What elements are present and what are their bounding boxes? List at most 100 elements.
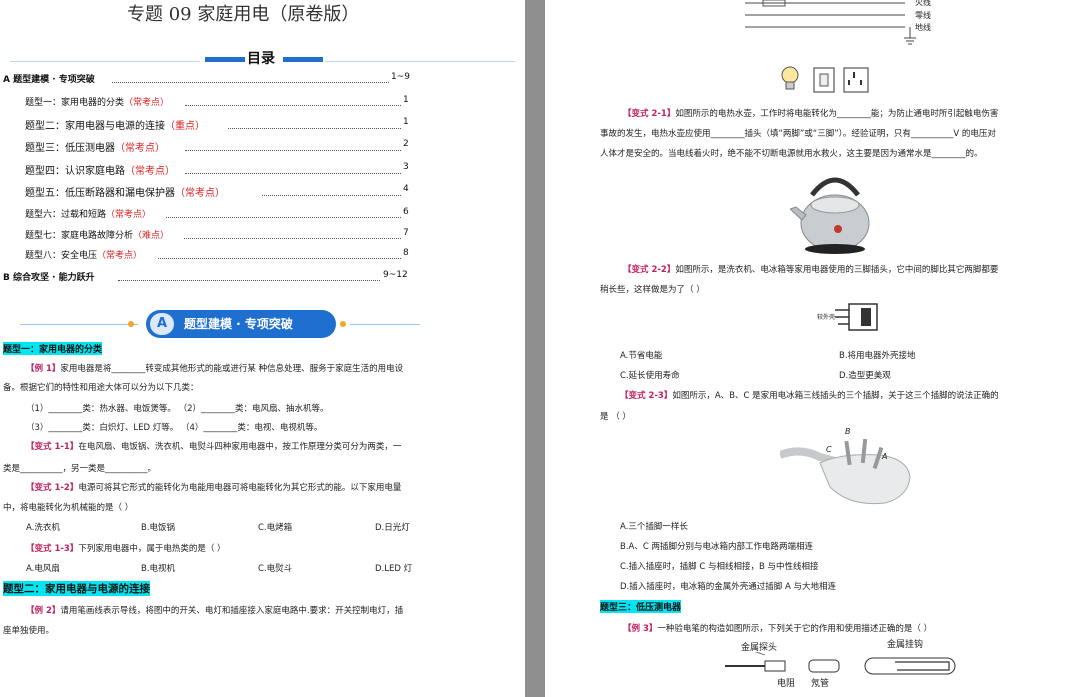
example-1-line: 【例 1】家用电器是将________转变成其他形式的能或进行某 种信息处理、服…: [26, 362, 403, 374]
toc-entry-label: A 题型建模 · 专项突破: [3, 75, 95, 85]
variant-tag: 【变式 2-1】: [623, 109, 676, 119]
bulb-icon: [781, 66, 799, 90]
variant-tag: 【变式 1-1】: [26, 442, 79, 452]
option-a: A.节省电能: [620, 351, 663, 361]
document-title: 专题 09 家庭用电（原卷版）: [127, 4, 360, 25]
toc-entry-label: 题型七：家庭电路故障分析: [25, 231, 134, 241]
variant-text: 如图所示的电热水壶，工作时将电能转化为________能；为防止通电时所引起触电…: [675, 109, 999, 119]
toc-entry-b[interactable]: B 综合攻坚 · 能力跃升: [3, 270, 95, 283]
toc-bar-right: [283, 57, 323, 62]
pin-label-a: A: [882, 452, 888, 461]
toc-leader: [112, 82, 389, 83]
right-page: 火线 零线 地线 【变式 2-1】如图所示的电热水壶，工作时将电能转化为____…: [545, 0, 1080, 697]
toc-entry-6[interactable]: 题型六：过载和短路（常考点）: [25, 207, 151, 220]
toc-entry-page: 9~12: [383, 270, 408, 280]
pin-label-c: C: [826, 445, 832, 454]
plug-label: 较外壳: [817, 314, 836, 321]
toc-entry-7[interactable]: 题型七：家庭电路故障分析（难点）: [25, 228, 169, 241]
variant-text: 如图所示，是洗衣机、电冰箱等家用电器使用的三脚插头，它中间的脚比其它两脚都要: [675, 265, 999, 275]
toc-entry-page: 8: [403, 248, 409, 258]
page-gutter: [525, 0, 545, 697]
option-a: A.洗衣机: [26, 523, 60, 533]
variant-2-2-line: 稍长些，这样做是为了（ ）: [600, 285, 705, 295]
banner-rule-left: [20, 324, 138, 325]
option-b: B.电饭锅: [141, 523, 176, 533]
toc-leader: [185, 173, 401, 174]
toc-entry-a[interactable]: A 题型建模 · 专项突破: [3, 72, 95, 85]
toc-leader: [228, 128, 401, 129]
toc-entry-1[interactable]: 题型一：家用电器的分类（常考点）: [25, 95, 169, 108]
toc-entry-page: 1: [403, 95, 409, 105]
option-c: C.电熨斗: [258, 564, 293, 574]
variant-tag: 【变式 1-2】: [26, 483, 79, 493]
variant-2-1-line: 事故的发生，电热水壶应使用________插头（填“两脚”或“三脚”）。经验证明…: [600, 129, 996, 139]
refrigerator-plug-image: [780, 438, 911, 505]
example-1-line: （1）________类：热水器、电饭煲等。 （2）________类：电风扇、…: [26, 404, 329, 414]
variant-1-1-line: 类是__________，另一类是__________。: [3, 464, 157, 474]
toc-entry-label: 题型六：过载和短路: [25, 210, 107, 220]
option-d: D.LED 灯: [375, 564, 413, 574]
variant-tag: 【变式 2-2】: [623, 265, 676, 275]
wire-label-neutral: 零线: [915, 11, 931, 20]
wire-label-earth: 地线: [915, 23, 931, 32]
variant-1-2-line: 中，将电能转化为机械能的是（ ）: [3, 503, 134, 513]
toc-leader: [185, 105, 401, 106]
option-d: D.插入插座时，电冰箱的金属外壳通过插脚 A 与大地相连: [620, 582, 836, 592]
toc-leader: [166, 217, 401, 218]
example-tag: 【例 3】: [623, 624, 658, 634]
toc-entry-8[interactable]: 题型八：安全电压（常考点）: [25, 248, 142, 261]
example-tag: 【例 2】: [26, 606, 61, 616]
toc-entry-page: 7: [403, 228, 409, 238]
variant-tag: 【变式 1-3】: [26, 544, 79, 554]
example-1-line: 备。根据它们的特性和用途大体可以分为以下几类：: [3, 383, 199, 393]
toc-entry-tag: （重点）: [165, 121, 205, 132]
toc-entry-tag: （常考点）: [115, 143, 165, 154]
variant-2-1-line: 【变式 2-1】如图所示的电热水壶，工作时将电能转化为________能；为防止…: [623, 107, 998, 119]
toc-leader: [262, 195, 401, 196]
variant-2-3-line: 【变式 2-3】如图所示，A、B、C 是家用电冰箱三线插头的三个插脚，关于这三个…: [620, 389, 999, 401]
example-tag: 【例 1】: [26, 364, 61, 374]
neon-tube: [808, 659, 840, 673]
three-pin-plug-icon: [835, 303, 878, 331]
variant-text: 电源可将其它形式的能转化为电能用电器可将电能转化为其它形式的能。以下家用电量: [78, 483, 402, 493]
toc-entry-5[interactable]: 题型五：低压断路器和漏电保护器（常考点）: [25, 184, 225, 199]
variant-text: 如图所示，A、B、C 是家用电冰箱三线插头的三个插脚，关于这三个插脚的说法正确的: [672, 391, 999, 401]
banner-letter: A: [150, 313, 174, 335]
toc-entry-label: 题型一：家用电器的分类: [25, 98, 125, 108]
toc-entry-label: 题型三：低压测电器: [25, 143, 115, 154]
pin-label-b: B: [845, 427, 851, 436]
toc-leader: [158, 258, 401, 259]
option-a: A.三个插脚一样长: [620, 522, 688, 532]
test-pen-diagram: [725, 652, 956, 675]
variant-tag: 【变式 2-3】: [620, 391, 673, 401]
toc-entry-2[interactable]: 题型二：家用电器与电源的连接（重点）: [25, 117, 205, 132]
kettle-image: [790, 177, 870, 254]
toc-entry-tag: （常考点）: [124, 98, 170, 108]
example-text: 一种验电笔的构造如图所示，下列关于它的作用和使用描述正确的是（ ）: [657, 624, 933, 634]
example-text: 请用笔画线表示导线，将图中的开关、电灯和插座接入家庭电路中.要求：开关控制电灯，…: [60, 606, 404, 616]
option-c: C.电烤箱: [258, 523, 293, 533]
example-2-line: 座单独使用。: [3, 626, 55, 636]
banner-text: 题型建模 · 专项突破: [184, 317, 293, 331]
toc-entry-page: 1: [403, 117, 409, 127]
toc-entry-tag: （常考点）: [125, 166, 175, 177]
toc-entry-label: 题型五：低压断路器和漏电保护器: [25, 188, 175, 199]
left-page: 专题 09 家庭用电（原卷版） 目录 A 题型建模 · 专项突破 1~9 题型一…: [0, 0, 525, 697]
toc-entry-4[interactable]: 题型四：认识家庭电路（常考点）: [25, 162, 175, 177]
toc-entry-page: 2: [403, 139, 409, 149]
section-title-2: 题型二：家用电器与电源的连接: [3, 581, 150, 596]
toc-leader: [185, 150, 401, 151]
option-b: B.A、C 两插脚分别与电冰箱内部工作电路两端相连: [620, 542, 813, 552]
example-3-line: 【例 3】一种验电笔的构造如图所示，下列关于它的作用和使用描述正确的是（ ）: [623, 622, 932, 634]
pen-label-neon: 氖管: [811, 679, 830, 689]
toc-entry-label: B 综合攻坚 · 能力跃升: [3, 273, 95, 283]
option-b: B.将用电器外壳接地: [839, 351, 916, 361]
toc-entry-tag: （常考点）: [175, 188, 225, 199]
banner-rule-right: [350, 324, 420, 325]
wire-label-live: 火线: [915, 0, 931, 7]
toc-entry-3[interactable]: 题型三：低压测电器（常考点）: [25, 139, 165, 154]
example-2-line: 【例 2】请用笔画线表示导线，将图中的开关、电灯和插座接入家庭电路中.要求：开关…: [26, 604, 403, 616]
example-1-line: （3）________类：白炽灯、LED 灯等。 （4）________类：电视…: [26, 423, 323, 433]
toc-rule-right: [325, 61, 515, 62]
toc-entry-page: 1~9: [391, 72, 410, 82]
